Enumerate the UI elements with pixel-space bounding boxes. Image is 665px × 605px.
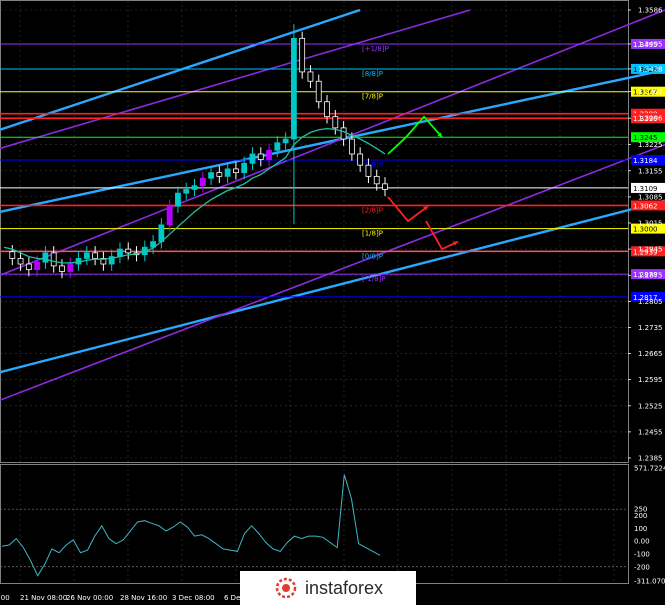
oscillator-axis-label: 0.00 (634, 538, 650, 546)
price-axis-label: 1.2875 (638, 272, 663, 280)
murrey-level-label: [+1/8]P (362, 45, 389, 53)
candle-body (183, 189, 190, 194)
candle-body (282, 138, 289, 144)
price-axis-label: 1.2455 (638, 428, 663, 436)
oscillator-axis-label: 200 (634, 512, 647, 520)
candle-body (224, 168, 231, 177)
oscillator-axis-label: -311.0708 (634, 578, 665, 586)
murrey-level-label: [5/8]P (362, 161, 383, 169)
price-axis-label: 1.3085 (638, 193, 663, 201)
price-axis-label: 1.3586 (638, 7, 663, 15)
date-axis-label: 3 Dec 08:00 (172, 594, 215, 602)
candle-body (324, 101, 330, 118)
candle-body (216, 172, 223, 177)
price-tag-text: 1.3062 (633, 202, 658, 210)
date-axis-label: 28 Nov 16:00 (120, 594, 167, 602)
price-axis-label: 1.3225 (638, 141, 663, 149)
candle-body (365, 164, 372, 177)
candle-body (17, 258, 24, 265)
price-axis-label: 1.3015 (638, 219, 663, 227)
candle-body (166, 205, 173, 226)
candle-body (9, 251, 16, 259)
price-axis-label: 1.2665 (638, 350, 663, 358)
price-tag-text: 1.3184 (633, 157, 658, 165)
candle-body (83, 252, 90, 259)
price-axis-label: 1.3367 (638, 88, 663, 96)
candle-body (125, 248, 132, 254)
price-axis-label: 1.3495 (638, 40, 663, 48)
price-axis-label: 1.2945 (638, 246, 663, 254)
candle-body (274, 142, 281, 151)
date-axis-label: 26 Nov 00:00 (66, 594, 113, 602)
murrey-level-label: [0/8]P (362, 252, 383, 260)
murrey-level-label: [8/8]P (362, 70, 383, 78)
price-axis-label: 1.2595 (638, 376, 663, 384)
murrey-level-label: [2/8]P (362, 206, 383, 214)
candle-body (266, 149, 272, 160)
price-axis-label: 1.2805 (638, 298, 663, 306)
candle-body (42, 252, 49, 263)
candle-body (25, 263, 32, 271)
murrey-level-label: [-1/8]P (362, 275, 385, 283)
candle-body (373, 175, 380, 185)
candle-body (290, 37, 297, 140)
candle-body (257, 153, 264, 160)
price-axis-label: 1.2525 (638, 402, 663, 410)
candle-body (249, 153, 256, 164)
candle-body (233, 168, 239, 174)
candle-body (382, 183, 388, 190)
logo-text: instaforex (304, 577, 384, 598)
chart-canvas: [+1/8]P 1.3495 [8/8]P 1.3428 [7/8]P 1.3367 1.3… (0, 0, 665, 605)
price-axis-label: 1.2385 (638, 455, 663, 463)
candle-body (199, 177, 206, 187)
date-axis-label: 0:00 (0, 594, 10, 602)
candle-body (332, 116, 339, 129)
instaforex-logo: instaforex (240, 571, 416, 605)
logo-icon (275, 577, 297, 599)
candle-body (59, 265, 65, 272)
oscillator-axis-label: 100 (634, 525, 647, 533)
candle-body (191, 185, 198, 190)
murrey-level-label: [7/8]P (362, 93, 383, 101)
candle-body (34, 261, 41, 271)
price-tag-text: 1.3109 (633, 185, 658, 193)
price-axis-label: 1.3155 (638, 167, 663, 175)
candle-body (67, 263, 74, 272)
oscillator-axis-label: -200 (634, 563, 650, 571)
candle-body (158, 224, 165, 243)
price-axis-label: 1.3296 (638, 115, 663, 123)
murrey-level-label: [1/8]P (362, 230, 383, 238)
oscillator-axis-label: -100 (634, 550, 650, 558)
candle-body (299, 37, 306, 73)
candle-body (175, 192, 181, 207)
candle-body (357, 153, 364, 166)
candle-body (92, 252, 99, 259)
candle-body (241, 162, 248, 174)
candle-body (315, 80, 322, 103)
price-axis-label: 1.2735 (638, 324, 663, 332)
candle-body (208, 172, 214, 179)
price-axis-label: 1.3428 (638, 65, 663, 73)
candle-body (50, 252, 57, 267)
candle-body (307, 71, 314, 82)
candle-body (340, 127, 347, 140)
oscillator-axis-label: 571.7224 (634, 465, 665, 473)
date-axis-label: 21 Nov 08:00 (20, 594, 67, 602)
candle-body (117, 248, 123, 257)
candle-body (348, 138, 355, 155)
